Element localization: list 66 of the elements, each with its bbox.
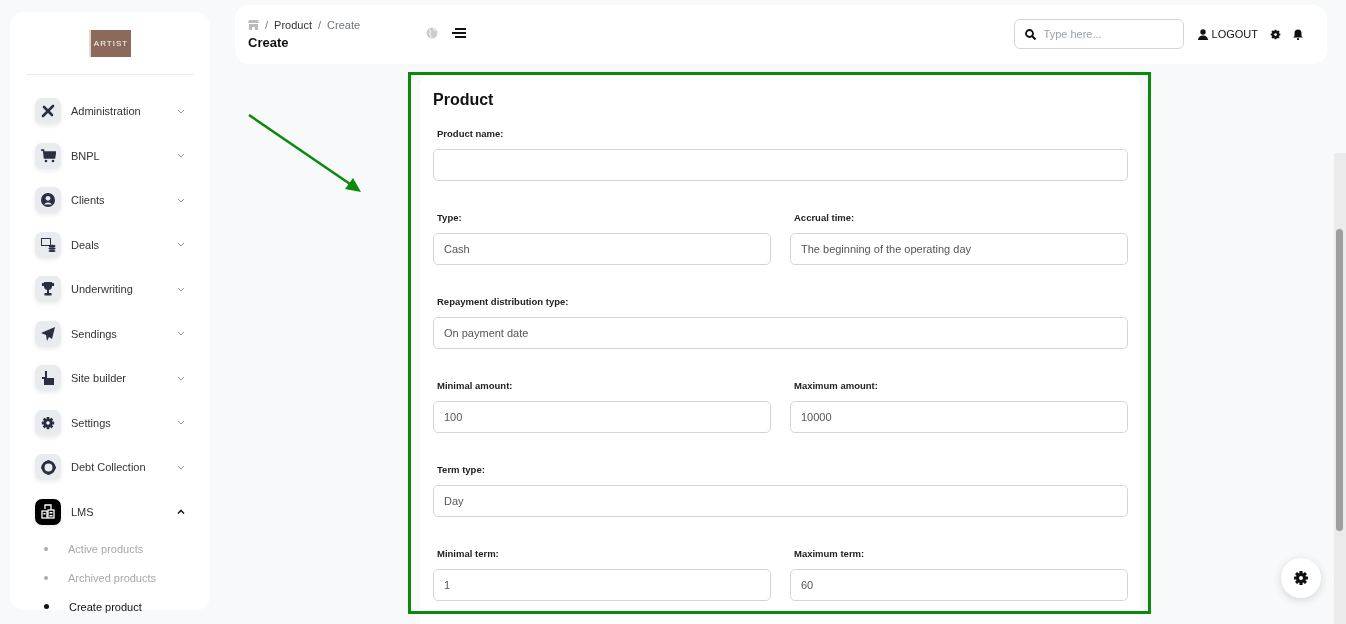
cart-icon — [40, 148, 56, 163]
sidebar-item[interactable]: Deals — [35, 222, 210, 267]
chevron-down-icon — [177, 197, 185, 203]
chevron-down-icon — [177, 286, 185, 292]
scrollbar-thumb[interactable] — [1336, 229, 1343, 531]
search-icon — [1024, 29, 1036, 41]
globe-icon[interactable] — [426, 27, 438, 40]
buildings-icon — [41, 504, 55, 520]
monitor-coins-icon — [40, 237, 56, 252]
input-field[interactable]: Day — [433, 484, 1128, 517]
input-field[interactable]: 60 — [790, 568, 1128, 601]
sidebar-item[interactable]: Sendings — [35, 311, 210, 356]
sidebar-item[interactable]: Settings — [35, 400, 210, 445]
lifebuoy-icon — [40, 459, 56, 475]
trophy-icon — [41, 282, 55, 297]
field-label: Product name: — [437, 126, 505, 141]
paper-plane-icon — [41, 326, 55, 341]
field-label: Maximum amount: — [794, 378, 879, 393]
chevron-down-icon — [177, 331, 185, 337]
settings-button[interactable] — [1281, 558, 1321, 598]
input-field[interactable]: On payment date — [433, 316, 1128, 349]
menu-icon[interactable] — [452, 28, 466, 39]
input-field[interactable]: 100 — [433, 400, 771, 433]
form-title: Product — [433, 89, 495, 110]
breadcrumb-link[interactable]: Product — [274, 18, 312, 31]
chevron-down-icon — [177, 108, 185, 114]
chevron-down-icon — [177, 420, 185, 426]
sidebar-item[interactable]: Underwriting — [35, 267, 210, 312]
settings-icon[interactable] — [1270, 28, 1281, 40]
field-label: Accrual time: — [794, 210, 856, 225]
breadcrumb-separator: / — [265, 18, 269, 31]
chevron-up-icon — [177, 509, 185, 515]
artist-logo[interactable]: ARTIST — [89, 30, 131, 57]
sidebar-item[interactable]: LMS — [35, 489, 210, 534]
sidebar-item[interactable]: Clients — [35, 178, 210, 223]
field-label: Repayment distribution type: — [437, 294, 570, 309]
chevron-down-icon — [177, 153, 185, 159]
chevron-down-icon — [177, 375, 185, 381]
sidebar-item[interactable]: Debt Collection — [35, 445, 210, 490]
user-icon — [1197, 28, 1208, 40]
input-field[interactable]: 1 — [433, 568, 771, 601]
breadcrumb-separator: / — [318, 18, 322, 31]
field-label: Minimal amount: — [437, 378, 514, 393]
input-field[interactable] — [433, 148, 1128, 181]
sidebar-item[interactable]: Administration — [35, 89, 210, 134]
field-label: Minimal term: — [437, 546, 500, 561]
settings-icon — [41, 415, 55, 430]
input-field[interactable]: Cash — [433, 232, 771, 265]
sidebar-item[interactable]: Site builder — [35, 356, 210, 401]
input-field[interactable]: The beginning of the operating day — [790, 232, 1128, 265]
logout-button[interactable]: LOGOUT — [1197, 28, 1258, 41]
sidebar-item[interactable]: BNPL — [35, 133, 210, 178]
search-field[interactable]: Type here... — [1013, 19, 1184, 50]
submenu-item[interactable]: Create product — [35, 592, 210, 621]
user-circle-icon — [41, 193, 55, 208]
field-label: Maximum term: — [794, 546, 866, 561]
field-label: Type: — [437, 210, 463, 225]
bell-icon[interactable] — [1293, 28, 1303, 40]
scrollbar-track[interactable] — [1334, 153, 1346, 624]
settings-icon — [1293, 570, 1309, 586]
field-label: Term type: — [437, 462, 486, 477]
chevron-down-icon — [177, 242, 185, 248]
input-field[interactable]: 10000 — [790, 400, 1128, 433]
page-title: Create — [248, 34, 290, 50]
shop-icon[interactable] — [248, 19, 259, 30]
chevron-down-icon — [177, 464, 185, 470]
